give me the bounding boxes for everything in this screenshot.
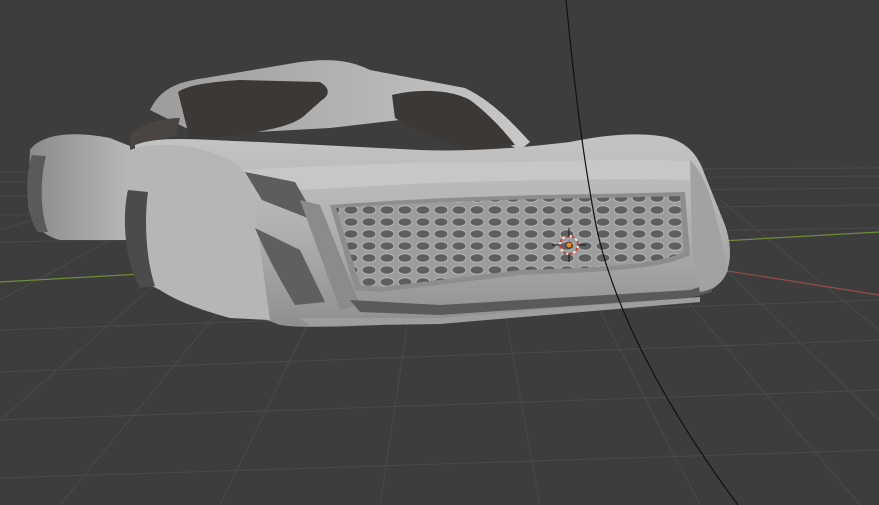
object-origin-icon <box>565 241 573 249</box>
3d-viewport[interactable] <box>0 0 879 505</box>
car-body-mesh[interactable] <box>27 60 730 327</box>
viewport-scene[interactable] <box>0 0 879 505</box>
